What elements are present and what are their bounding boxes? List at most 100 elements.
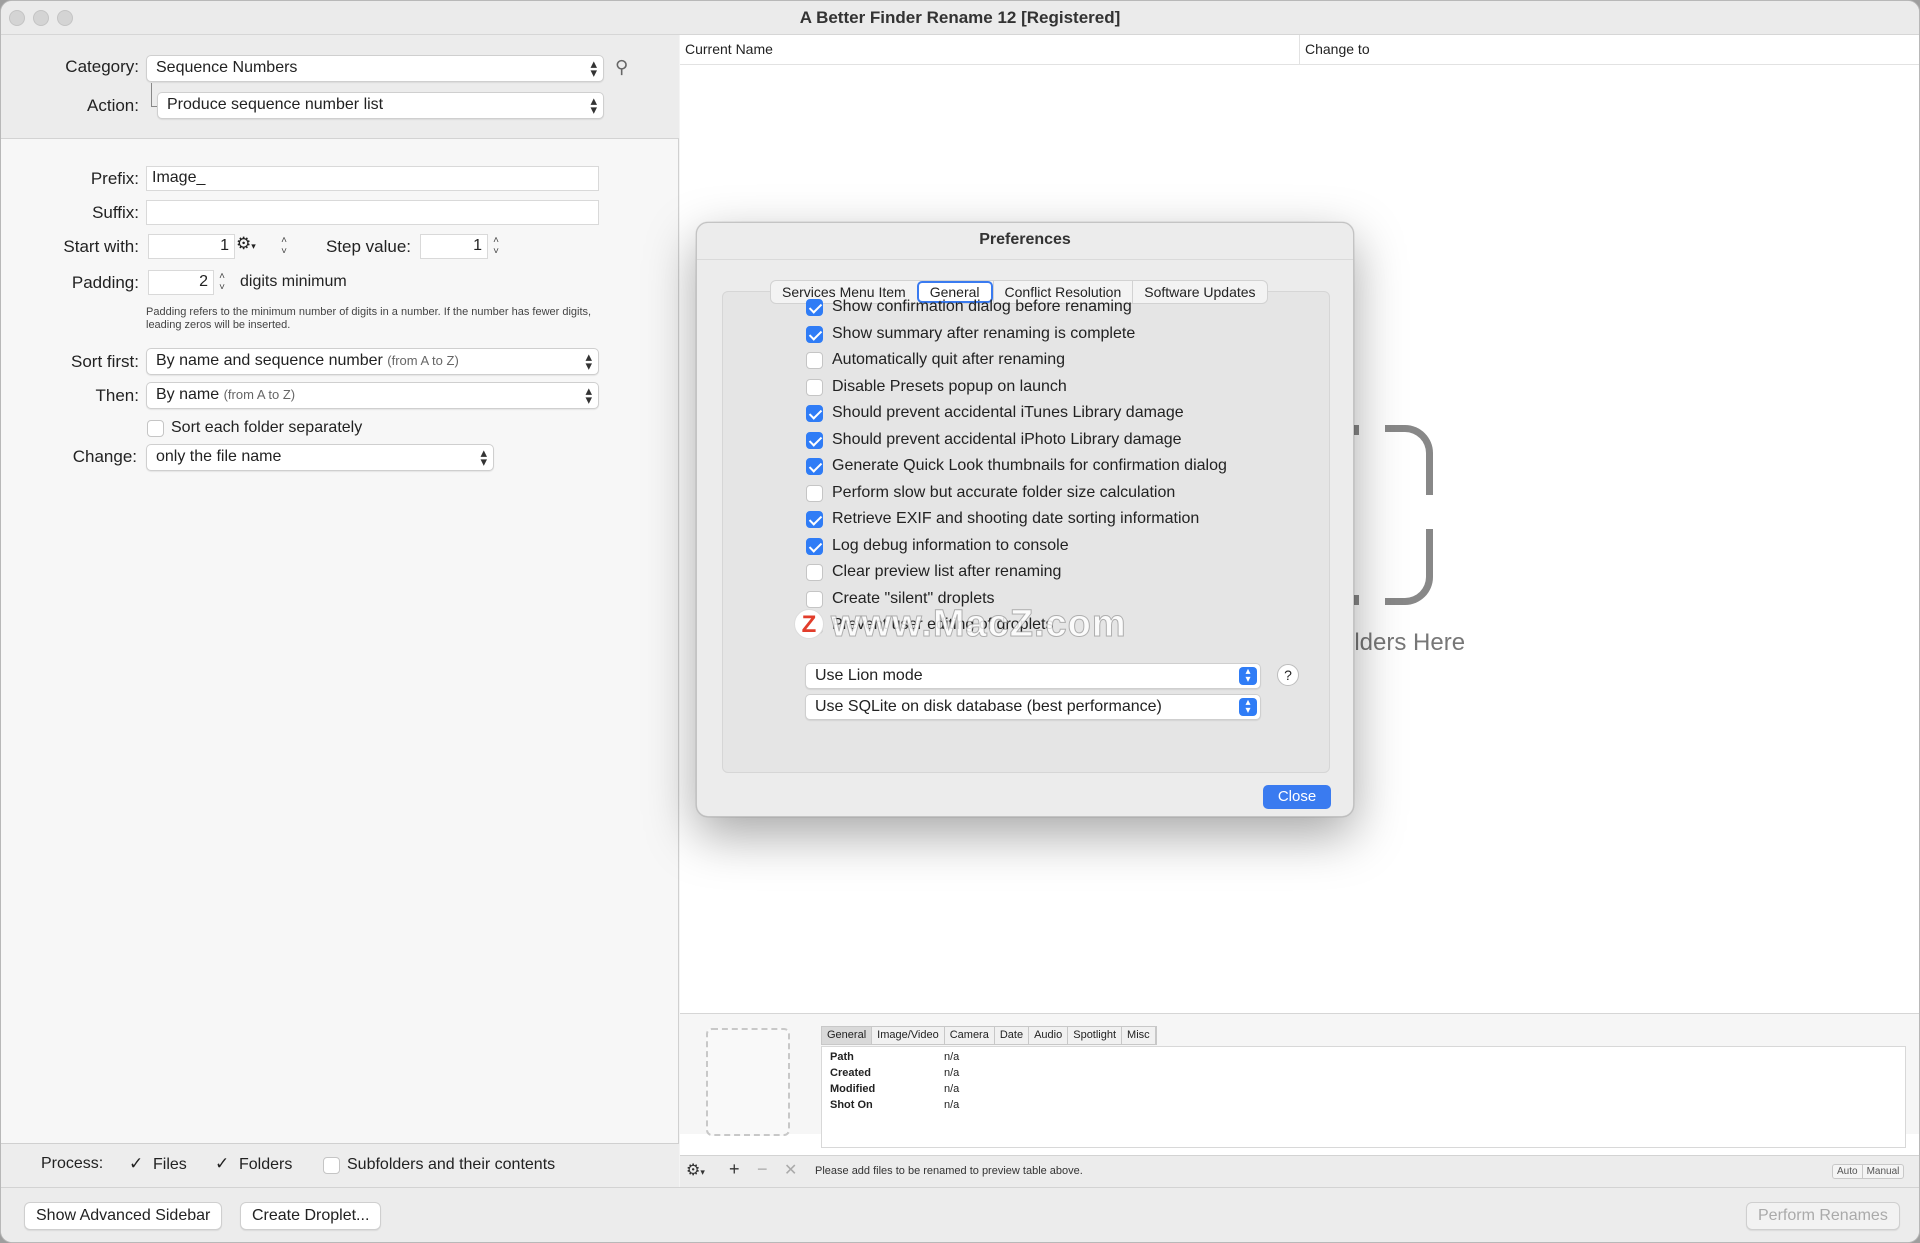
perform-renames-button[interactable]: Perform Renames xyxy=(1746,1202,1900,1230)
window-footer: Show Advanced Sidebar Create Droplet... … xyxy=(1,1187,1919,1242)
preference-checkbox[interactable] xyxy=(806,325,823,343)
preference-checkbox[interactable] xyxy=(806,405,823,422)
step-value-input[interactable]: 1 xyxy=(420,234,488,259)
add-icon[interactable]: + xyxy=(729,1159,740,1180)
sort-first-value: By name and sequence number xyxy=(156,352,383,369)
lion-mode-select[interactable]: Use Lion mode ▴ ▾ xyxy=(805,663,1261,689)
app-window: A Better Finder Rename 12 [Registered] C… xyxy=(0,0,1920,1243)
step-value-stepper[interactable]: ˄ ˅ xyxy=(489,235,503,260)
info-tab[interactable]: General xyxy=(822,1027,873,1044)
subfolders-label: Subfolders and their contents xyxy=(347,1156,556,1173)
padding-input[interactable]: 2 xyxy=(148,270,214,295)
change-select[interactable]: only the file name ▴ ▾ xyxy=(146,444,494,471)
mode-auto[interactable]: Auto xyxy=(1833,1165,1862,1178)
folders-label: Folders xyxy=(239,1156,293,1173)
file-info-area: General Image/Video Camera Date Audio Spotlig… xyxy=(680,1013,1919,1148)
start-with-stepper[interactable]: ˄ ˅ xyxy=(277,235,291,260)
mode-manual[interactable]: Manual xyxy=(1861,1165,1904,1178)
clear-icon[interactable]: ✕ xyxy=(784,1160,797,1180)
info-tab[interactable]: Spotlight xyxy=(1068,1027,1123,1044)
updown-chevron-icon: ▴ ▾ xyxy=(590,56,597,80)
sort-first-select[interactable]: By name and sequence number (from A to Z… xyxy=(146,348,599,375)
mode-segmented[interactable]: Auto Manual xyxy=(1832,1164,1905,1179)
start-with-input[interactable]: 1 xyxy=(148,234,235,259)
subfolders-checkbox[interactable] xyxy=(323,1157,340,1174)
updown-chevron-icon: ▴ ▾ xyxy=(1239,667,1257,685)
sort-each-folder-label: Sort each folder separately xyxy=(171,419,363,436)
files-checkbox[interactable]: ✓ xyxy=(129,1154,143,1174)
step-value-label: Step value: xyxy=(325,237,411,256)
status-text: Please add files to be renamed to previe… xyxy=(815,1165,1083,1177)
info-table: Path n/a Created n/a Modified n/a Shot On n/a xyxy=(821,1046,1906,1148)
watermark-logo-icon: Z xyxy=(794,609,824,639)
preference-label: Retrieve EXIF and shooting date sorting … xyxy=(832,510,1200,527)
updown-chevron-icon: ▴ ▾ xyxy=(1239,698,1257,716)
info-tab[interactable]: Audio xyxy=(1029,1027,1069,1044)
file-thumbnail xyxy=(706,1028,790,1136)
sort-each-folder-checkbox[interactable] xyxy=(147,420,164,437)
title-bar: A Better Finder Rename 12 [Registered] xyxy=(1,1,1919,35)
process-bar: Process: ✓ Files ✓ Folders Subfolders an… xyxy=(1,1143,679,1187)
preference-checkbox[interactable] xyxy=(806,484,823,502)
remove-icon[interactable]: − xyxy=(757,1159,768,1180)
change-label: Change: xyxy=(72,447,137,466)
preference-checkbox[interactable] xyxy=(806,352,823,369)
category-select-value: Sequence Numbers xyxy=(156,59,298,76)
current-name-column-header[interactable]: Current Name xyxy=(680,35,1300,65)
preference-checkbox[interactable] xyxy=(806,564,823,581)
preference-label: Show confirmation dialog before renaming xyxy=(832,298,1132,315)
dialog-title-divider xyxy=(697,259,1353,260)
preference-checkbox[interactable] xyxy=(806,378,823,396)
suffix-input[interactable] xyxy=(146,200,599,225)
updown-chevron-icon: ▴ ▾ xyxy=(590,93,597,117)
dialog-close-button[interactable]: Close xyxy=(1263,785,1331,809)
info-tab[interactable]: Misc xyxy=(1122,1027,1156,1044)
create-droplet-button[interactable]: Create Droplet... xyxy=(240,1202,382,1230)
preference-checkbox[interactable] xyxy=(806,431,823,449)
suffix-label: Suffix: xyxy=(92,203,139,222)
info-row-value: n/a xyxy=(944,1067,960,1079)
preview-bottom-bar: ⚙▾ + − ✕ Please add files to be renamed … xyxy=(680,1155,1919,1187)
info-tab[interactable]: Camera xyxy=(945,1027,995,1044)
then-select[interactable]: By name (from A to Z) ▴ ▾ xyxy=(146,382,599,409)
info-row-key: Shot On xyxy=(830,1099,873,1111)
preference-checkbox[interactable] xyxy=(806,590,823,608)
change-value: only the file name xyxy=(156,448,282,465)
watermark-text: www.MacZ.com xyxy=(831,603,1127,646)
dialog-title: Preferences xyxy=(979,231,1071,248)
then-sub: (from A to Z) xyxy=(223,387,296,402)
start-with-label: Start with: xyxy=(63,237,139,256)
then-value: By name xyxy=(156,386,220,403)
info-row-key: Modified xyxy=(830,1083,876,1095)
show-advanced-sidebar-button[interactable]: Show Advanced Sidebar xyxy=(24,1202,223,1230)
info-tab[interactable]: Image/Video xyxy=(872,1027,945,1044)
preference-checkbox[interactable] xyxy=(806,537,823,555)
padding-stepper[interactable]: ˄ ˅ xyxy=(215,271,229,296)
info-row-key: Created xyxy=(830,1067,871,1079)
updown-chevron-icon: ▴ ▾ xyxy=(585,383,592,407)
database-select[interactable]: Use SQLite on disk database (best perfor… xyxy=(805,694,1261,720)
change-to-column-header[interactable]: Change to xyxy=(1300,35,1919,65)
lion-mode-value: Use Lion mode xyxy=(815,667,923,684)
preference-checkbox[interactable] xyxy=(806,299,823,316)
category-select[interactable]: Sequence Numbers ▴ ▾ xyxy=(146,55,604,82)
preference-label: Clear preview list after renaming xyxy=(832,563,1062,580)
search-icon[interactable]: ⚲ xyxy=(615,57,628,78)
database-value: Use SQLite on disk database (best perfor… xyxy=(815,698,1162,715)
preferences-tab[interactable]: Software Updates xyxy=(1132,281,1266,303)
padding-label: Padding: xyxy=(71,273,139,292)
action-label: Action: xyxy=(87,96,139,115)
help-icon[interactable]: ? xyxy=(1277,664,1299,686)
sort-first-sub: (from A to Z) xyxy=(387,353,459,368)
prefix-input[interactable]: Image_ xyxy=(146,166,599,191)
info-tab[interactable]: Date xyxy=(995,1027,1030,1044)
action-select[interactable]: Produce sequence number list ▴ ▾ xyxy=(157,92,604,119)
info-tabs: General Image/Video Camera Date Audio Spotlig… xyxy=(821,1026,1157,1045)
preference-label: Show summary after renaming is complete xyxy=(832,324,1136,342)
preference-checkbox[interactable] xyxy=(806,458,823,475)
preference-checkbox[interactable] xyxy=(806,511,823,528)
drop-zone-text: olders Here xyxy=(1341,629,1466,656)
gear-menu-icon[interactable]: ⚙▾ xyxy=(236,234,256,254)
folders-checkbox[interactable]: ✓ xyxy=(215,1154,229,1174)
gear-menu-icon[interactable]: ⚙▾ xyxy=(686,1160,705,1180)
